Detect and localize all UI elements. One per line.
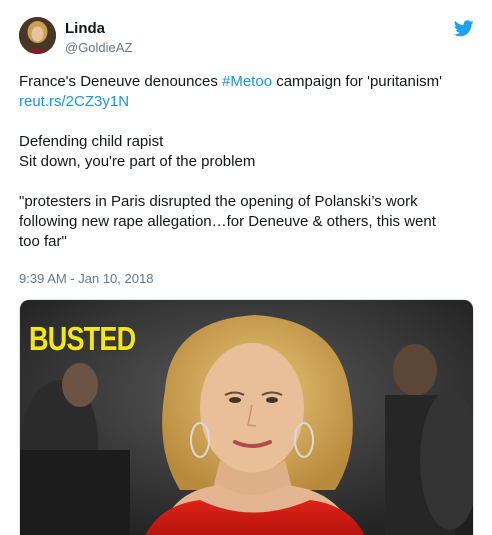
tweet-card[interactable]: Linda @GoldieAZ France's Deneuve denounc… xyxy=(0,0,492,535)
busted-overlay-text: BUSTED xyxy=(29,320,136,357)
author-avatar[interactable] xyxy=(19,17,56,54)
tweet-timestamp[interactable]: 9:39 AM - Jan 10, 2018 xyxy=(19,271,153,286)
tweet-text-suffix: campaign for 'puritanism' xyxy=(272,73,443,90)
tweet-quote-line-2: following new rape allegation…for Deneuv… xyxy=(19,213,436,230)
media-card[interactable]: BUSTED xyxy=(19,299,474,535)
tweet-text: France's Deneuve denounces #Metoo campai… xyxy=(19,72,474,252)
tweet-line-2: Defending child rapist xyxy=(19,133,164,150)
tweet-quote-line-3: too far" xyxy=(19,233,67,250)
tweet-text-prefix: France's Deneuve denounces xyxy=(19,73,222,90)
tweet-quote-line-1: "protesters in Paris disrupted the openi… xyxy=(19,193,418,210)
tweet-line-3: Sit down, you're part of the problem xyxy=(19,153,256,170)
tweet-line-1: France's Deneuve denounces #Metoo campai… xyxy=(19,72,474,92)
article-link[interactable]: reut.rs/2CZ3y1N xyxy=(19,93,129,110)
tweet-header: Linda @GoldieAZ xyxy=(19,14,474,58)
author-name[interactable]: Linda xyxy=(65,20,105,37)
hashtag-link[interactable]: #Metoo xyxy=(222,73,272,90)
author-handle[interactable]: @GoldieAZ xyxy=(65,40,132,55)
twitter-bird-icon[interactable] xyxy=(453,20,474,37)
